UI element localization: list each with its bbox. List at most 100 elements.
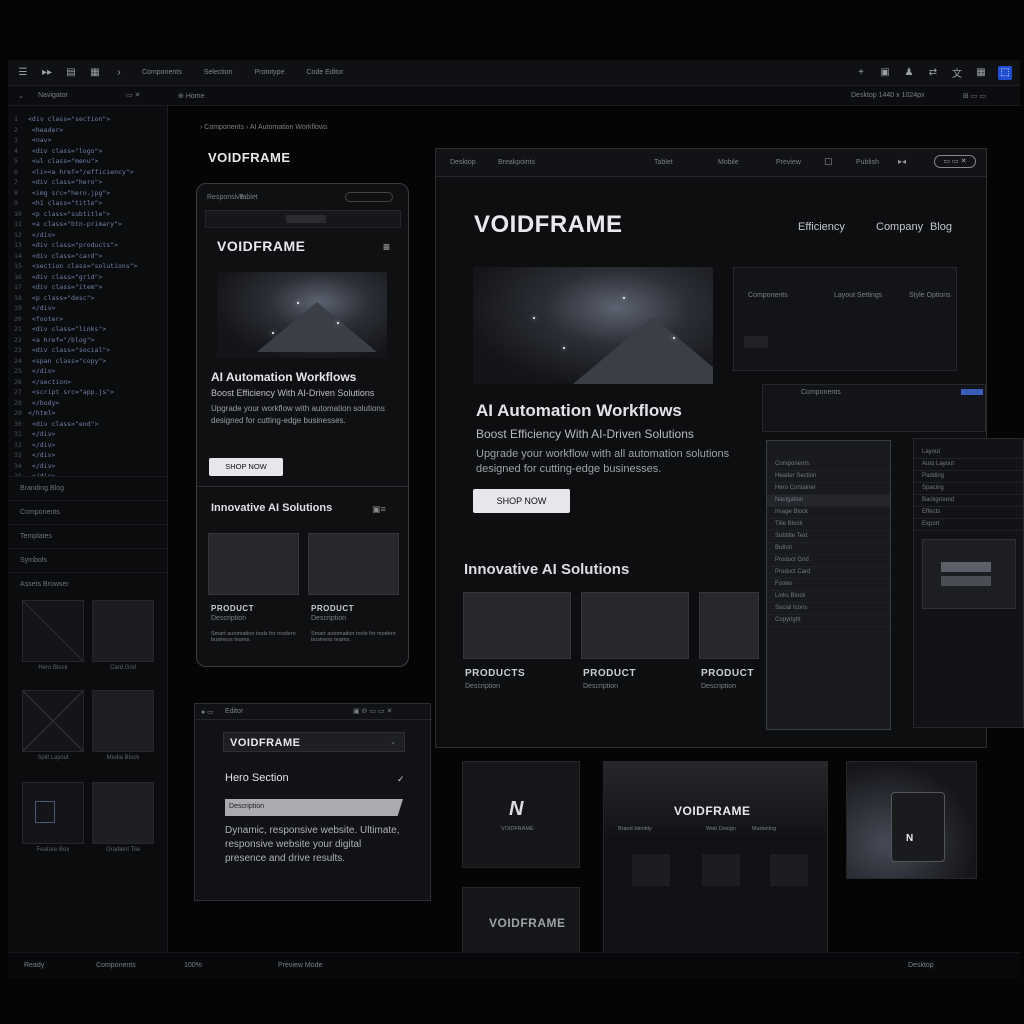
panel-icon[interactable]: ▭ ✕ [126,91,140,99]
editor-highlight-field[interactable]: Description [225,799,403,816]
code-line[interactable]: 6 <li><a href="/efficiency"> [14,167,163,178]
layer-item[interactable]: Hero Container [767,483,890,495]
desktop-product-card-3[interactable] [699,592,759,659]
share-icon[interactable]: ⇄ [926,66,940,80]
code-line[interactable]: 18 <p class="desc"> [14,293,163,304]
brand-select[interactable]: VOIDFRAME ⌄ [223,732,405,752]
code-line[interactable]: 32 </div> [14,440,163,451]
mobile-mockup[interactable]: Responsive Tablet VOIDFRAME ≡ AI Automat… [196,183,409,667]
layer-item[interactable]: Links Block [767,591,890,603]
code-line[interactable]: 7 <div class="hero"> [14,177,163,188]
crumb-page[interactable]: AI Automation Workflows [250,124,328,131]
viewport-size[interactable]: Desktop 1440 x 1024px [851,92,925,99]
lang-icon[interactable]: 文 [950,66,964,80]
tab-prototype[interactable]: Prototype [249,69,291,76]
code-line[interactable]: 15 <section class="solutions"> [14,261,163,272]
window-controls-icon[interactable]: ▭ ▭ ✕ [934,155,976,168]
settings-item[interactable]: Export [914,519,1023,531]
settings-item[interactable]: Padding [914,471,1023,483]
layer-item[interactable]: Title Block [767,519,890,531]
code-line[interactable]: 28 </body> [14,398,163,409]
thumbnail-split-layout[interactable] [22,690,84,752]
mobile-search-bar[interactable] [205,210,401,228]
nav-blog[interactable]: Blog [930,221,952,233]
hero-editor-window[interactable]: ● ▭ Editor ▣ ⊖ ▭ ▭ ✕ VOIDFRAME ⌄ Hero Se… [194,703,432,901]
tab-selection[interactable]: Selection [198,69,239,76]
code-line[interactable]: 1 <div class="section"> [14,114,163,125]
desktop-mockup[interactable]: Desktop Breakpoints Tablet Mobile Previe… [435,148,987,748]
plus-icon[interactable]: + [854,66,868,80]
nav-efficiency[interactable]: Efficiency [798,221,845,233]
code-line[interactable]: 23 <div class="social"> [14,345,163,356]
layer-item[interactable]: Image Block [767,507,890,519]
code-line[interactable]: 27 <script src="app.js"> [14,387,163,398]
code-line[interactable]: 9 <h1 class="title"> [14,198,163,209]
desktop-product-card-1[interactable] [463,592,571,659]
code-line[interactable]: 16 <div class="grid"> [14,272,163,283]
code-line[interactable]: 33 </div> [14,450,163,461]
code-line[interactable]: 5 <ul class="menu"> [14,156,163,167]
banner-link[interactable]: Marketing [752,826,776,832]
analytics-panel[interactable]: Components Layout Settings Style Options [733,267,957,371]
chrome-label[interactable]: Preview [776,159,801,166]
layer-item[interactable]: Footer [767,579,890,591]
code-line[interactable]: 24 <span class="copy"> [14,356,163,367]
layer-item[interactable]: Navigation [767,495,890,507]
breadcrumb-home[interactable]: Home [186,93,205,100]
code-line[interactable]: 20 <footer> [14,314,163,325]
section-branding-blog[interactable]: Branding Blog [8,476,167,500]
check-icon[interactable]: ✓ [397,774,405,785]
code-line[interactable]: 22 <a href="/blog"> [14,335,163,346]
layer-item[interactable]: Components [767,459,890,471]
mobile-toggle[interactable] [345,192,393,202]
frame-icon[interactable]: ▣ [878,66,892,80]
layer-item[interactable]: Product Grid [767,555,890,567]
settings-item[interactable]: Effects [914,507,1023,519]
thumbnail-gradient-tile[interactable] [92,782,154,844]
desktop-shop-now-button[interactable]: SHOP NOW [473,489,570,513]
code-line[interactable]: 8 <img src="hero.jpg"> [14,188,163,199]
layer-item[interactable]: Button [767,543,890,555]
layer-item[interactable]: Social Icons [767,603,890,615]
device-tile[interactable]: N [846,761,977,879]
code-line[interactable]: 29 </html> [14,408,163,419]
section-templates[interactable]: Templates [8,524,167,548]
chrome-label[interactable]: Breakpoints [498,159,535,166]
thumbnail-hero-block[interactable] [22,600,84,662]
code-line[interactable]: 31 </div> [14,429,163,440]
status-item[interactable]: Preview Mode [278,962,322,969]
section-symbols[interactable]: Symbols [8,548,167,572]
settings-item[interactable]: Layout [914,447,1023,459]
thumbnail-media-block[interactable] [92,690,154,752]
panel-button[interactable] [744,336,768,348]
settings-item[interactable]: Spacing [914,483,1023,495]
section-assets-browser[interactable]: Assets Browser [8,572,167,596]
editor-field-label[interactable]: Hero Section [225,772,289,784]
window-controls-icon[interactable]: ▣ ⊖ ▭ ▭ ✕ [353,707,392,715]
code-line[interactable]: 21 <div class="links"> [14,324,163,335]
settings-panel[interactable]: Layout Auto Layout Padding Spacing Backgroun… [913,438,1024,728]
view-icons[interactable]: ⊞ ▭ ▭ [963,92,986,100]
chevron-down-icon[interactable]: ⌄ [390,738,396,746]
code-line[interactable]: 26 </section> [14,377,163,388]
chrome-label[interactable]: Desktop [450,159,476,166]
mobile-product-card-2[interactable] [308,533,399,595]
chrome-label[interactable]: Tablet [654,159,673,166]
nav-company[interactable]: Company [876,221,923,233]
tab-code-editor[interactable]: Code Editor [300,69,349,76]
layout-icon[interactable]: ▤ [64,66,78,80]
grid-icon[interactable]: ▦ [974,66,988,80]
desktop-brand-logo[interactable]: VOIDFRAME [474,211,623,239]
layer-item[interactable]: Header Section [767,471,890,483]
play-icon[interactable]: ▸▸ [40,66,54,80]
code-line[interactable]: 13 <div class="products"> [14,240,163,251]
section-components[interactable]: Components [8,500,167,524]
banner-link[interactable]: Web Design [706,826,736,832]
user-icon[interactable]: ♟ [902,66,916,80]
banner-link[interactable]: Brand Identity [618,826,652,832]
list-view-icon[interactable]: ▣≡ [372,504,386,515]
code-editor[interactable]: 1 <div class="section"> 2 <header> 3 <nav> 4… [8,106,167,476]
code-line[interactable]: 10 <p class="subtitle"> [14,209,163,220]
code-line[interactable]: 2 <header> [14,125,163,136]
grid-icon[interactable]: ▦ [88,66,102,80]
